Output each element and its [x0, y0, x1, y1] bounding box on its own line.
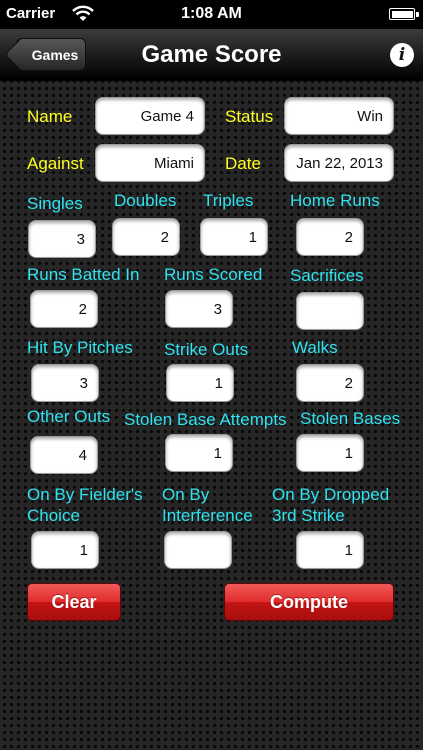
strike-outs-field[interactable]: 1: [166, 364, 234, 402]
status-label: Status: [225, 107, 274, 126]
date-field[interactable]: Jan 22, 2013: [284, 144, 394, 182]
triples-field[interactable]: 1: [200, 218, 268, 256]
doubles-field[interactable]: 2: [112, 218, 180, 256]
runs-scored-label: Runs Scored: [164, 265, 263, 284]
status-field[interactable]: Win: [284, 97, 394, 135]
singles-label: Singles: [27, 194, 83, 213]
stolen-base-attempts-field[interactable]: 1: [165, 434, 233, 472]
runs-scored-field[interactable]: 3: [165, 290, 233, 328]
fielders-choice-label-line1: On By Fielder's: [27, 485, 143, 504]
walks-field[interactable]: 2: [296, 364, 364, 402]
hit-by-pitches-label: Hit By Pitches: [27, 338, 133, 357]
singles-field[interactable]: 3: [28, 220, 96, 258]
dropped-third-strike-label-line2: 3rd Strike: [272, 506, 345, 525]
compute-button[interactable]: Compute: [224, 583, 394, 621]
status-bar: Carrier 1:08 AM: [0, 0, 423, 29]
fielders-choice-field[interactable]: 1: [31, 531, 99, 569]
stolen-bases-label: Stolen Bases: [300, 409, 401, 428]
navigation-bar: Games Game Score i: [0, 29, 423, 81]
clear-button[interactable]: Clear: [27, 583, 121, 621]
other-outs-field[interactable]: 4: [30, 436, 98, 474]
name-label: Name: [27, 107, 73, 126]
runs-batted-in-field[interactable]: 2: [30, 290, 98, 328]
dropped-third-strike-label-line1: On By Dropped: [272, 485, 390, 504]
date-label: Date: [225, 154, 261, 173]
against-field[interactable]: Miami: [95, 144, 205, 182]
stolen-bases-field[interactable]: 1: [296, 434, 364, 472]
info-icon[interactable]: i: [390, 43, 414, 67]
sacrifices-field[interactable]: [296, 292, 364, 330]
doubles-label: Doubles: [114, 191, 177, 210]
other-outs-label: Other Outs: [27, 407, 111, 426]
sacrifices-label: Sacrifices: [290, 266, 364, 285]
interference-field[interactable]: [164, 531, 232, 569]
hit-by-pitches-field[interactable]: 3: [31, 364, 99, 402]
battery-icon: [389, 8, 419, 20]
fielders-choice-label-line2: Choice: [27, 506, 80, 525]
runs-batted-in-label: Runs Batted In: [27, 265, 140, 284]
strike-outs-label: Strike Outs: [164, 340, 249, 359]
dropped-third-strike-field[interactable]: 1: [296, 531, 364, 569]
against-label: Against: [27, 154, 84, 173]
walks-label: Walks: [292, 338, 338, 357]
triples-label: Triples: [203, 191, 254, 210]
home-runs-field[interactable]: 2: [296, 218, 364, 256]
home-runs-label: Home Runs: [290, 191, 380, 210]
name-field[interactable]: Game 4: [95, 97, 205, 135]
stolen-base-attempts-label: Stolen Base Attempts: [124, 410, 287, 429]
interference-label-line2: Interference: [162, 506, 253, 525]
page-title: Game Score: [141, 41, 282, 68]
status-time: 1:08 AM: [181, 5, 242, 22]
interference-label-line1: On By: [162, 485, 210, 504]
